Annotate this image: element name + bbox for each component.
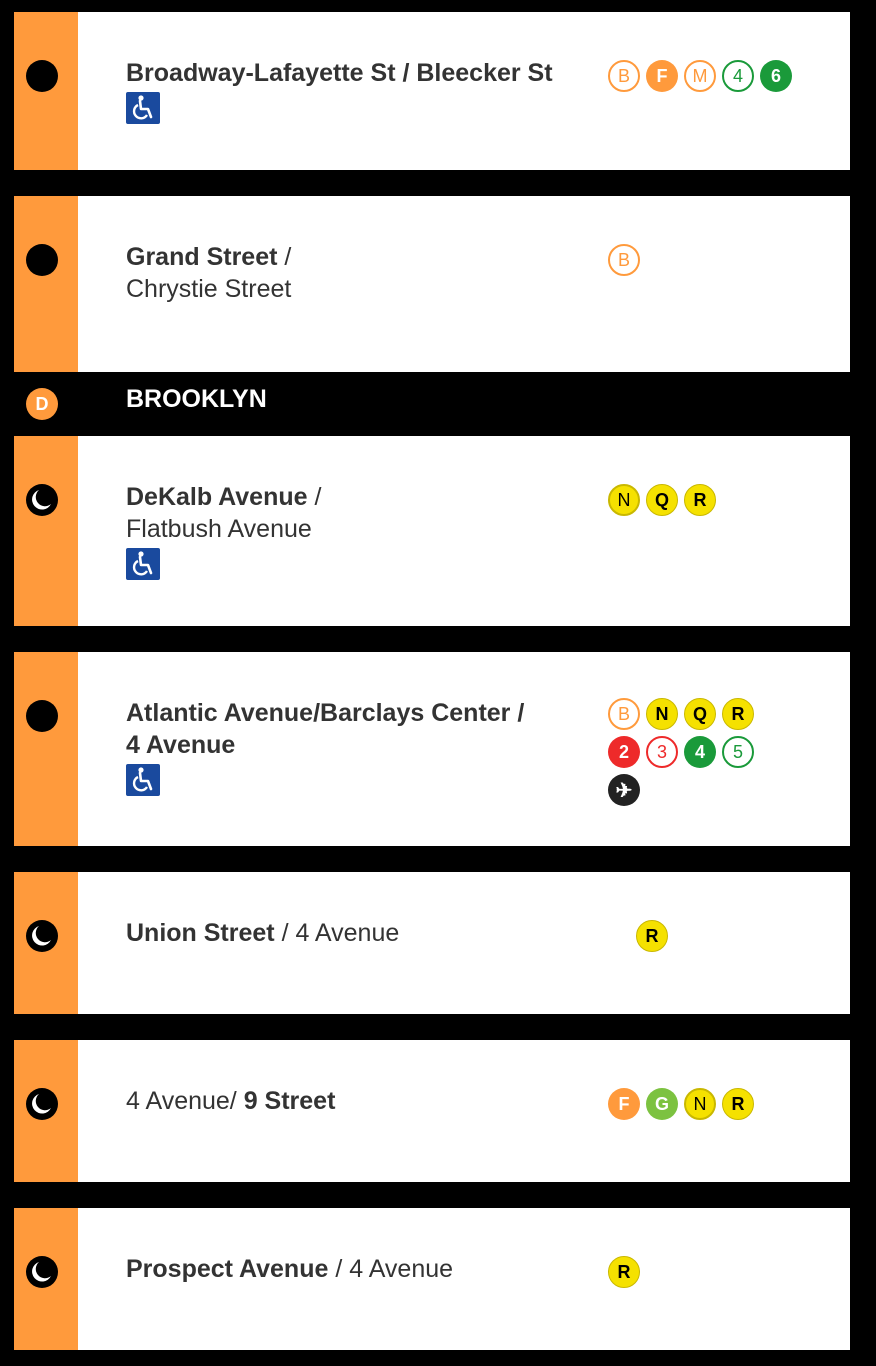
station-row[interactable]: Prospect Avenue / 4 Avenue R — [14, 1208, 850, 1350]
route-bullet[interactable]: ✈ — [608, 774, 640, 806]
station-name-bold: Prospect Avenue — [126, 1255, 329, 1283]
route-bullet[interactable]: N — [684, 1088, 716, 1120]
station-name[interactable]: Broadway-Lafayette St / Bleecker St — [126, 57, 586, 89]
connecting-lines: B — [608, 244, 808, 276]
connecting-lines: NQR — [608, 484, 808, 516]
station-name[interactable]: 4 Avenue/ 9 Street — [126, 1085, 586, 1117]
route-bullet[interactable]: Q — [646, 484, 678, 516]
route-bullet[interactable]: N — [608, 484, 640, 516]
station-name[interactable]: DeKalb Avenue / Flatbush Avenue — [126, 481, 586, 545]
route-bullet[interactable]: G — [646, 1088, 678, 1120]
station-name[interactable]: Prospect Avenue / 4 Avenue — [126, 1253, 586, 1285]
connecting-lines: FGNR — [608, 1088, 808, 1120]
station-name-rest: / — [307, 483, 322, 511]
station-name-line2-bold: 4 Avenue — [126, 731, 236, 759]
route-line-strip — [14, 196, 78, 372]
route-bullet[interactable]: B — [608, 698, 640, 730]
station-name-bold: Grand Street — [126, 243, 278, 271]
route-bullet[interactable]: F — [608, 1088, 640, 1120]
station-name-rest: 4 Avenue/ — [126, 1087, 244, 1115]
route-bullet[interactable]: R — [722, 1088, 754, 1120]
route-bullet[interactable]: 2 — [608, 736, 640, 768]
connecting-lines: B N Q R 2 3 4 5 ✈ — [608, 698, 764, 806]
station-name-rest: / 4 Avenue — [274, 919, 400, 947]
station-row[interactable]: 4 Avenue/ 9 Street FGNR — [14, 1040, 850, 1182]
route-bullet[interactable]: R — [636, 920, 668, 952]
station-name[interactable]: Atlantic Avenue/Barclays Center / 4 Aven… — [126, 697, 586, 761]
station-name-rest: / 4 Avenue — [328, 1255, 454, 1283]
station-row[interactable]: Union Street / 4 Avenue R — [14, 872, 850, 1014]
borough-title: BROOKLYN — [126, 385, 267, 413]
station-name-tail-bold: 9 Street — [243, 1087, 336, 1115]
wheelchair-accessible-icon — [126, 764, 160, 796]
late-nights-stop-icon — [26, 1256, 58, 1288]
route-bullet[interactable]: 4 — [722, 60, 754, 92]
late-nights-stop-icon — [26, 1088, 58, 1120]
wheelchair-accessible-icon — [126, 548, 160, 580]
station-name-bold: Union Street — [126, 919, 275, 947]
station-name-line2: Flatbush Avenue — [126, 515, 312, 543]
route-bullet[interactable]: 6 — [760, 60, 792, 92]
route-bullet[interactable]: R — [722, 698, 754, 730]
station-name-bold: Atlantic Avenue/Barclays Center / — [126, 699, 525, 727]
late-nights-stop-icon — [26, 920, 58, 952]
station-row[interactable]: DeKalb Avenue / Flatbush Avenue NQR — [14, 436, 850, 626]
route-bullet[interactable]: B — [608, 60, 640, 92]
connecting-lines: R — [636, 920, 836, 952]
station-row[interactable]: Broadway-Lafayette St / Bleecker St BFM4… — [14, 12, 850, 170]
station-name-line2: Chrystie Street — [126, 275, 292, 303]
route-bullet[interactable]: F — [646, 60, 678, 92]
route-bullet[interactable]: M — [684, 60, 716, 92]
route-bullet[interactable]: 3 — [646, 736, 678, 768]
route-bullet[interactable]: N — [646, 698, 678, 730]
station-name-bold: DeKalb Avenue — [126, 483, 308, 511]
connecting-lines: R — [608, 1256, 808, 1288]
connecting-lines: BFM46 — [608, 60, 808, 92]
route-bullet[interactable]: B — [608, 244, 640, 276]
route-bullet[interactable]: 4 — [684, 736, 716, 768]
wheelchair-accessible-icon — [126, 92, 160, 124]
all-times-stop-icon — [26, 60, 58, 92]
borough-section-header: D BROOKLYN — [14, 373, 850, 433]
route-d-bullet: D — [26, 388, 58, 420]
station-name-rest: / — [277, 243, 292, 271]
route-bullet[interactable]: Q — [684, 698, 716, 730]
route-line-strip — [14, 436, 78, 626]
station-name[interactable]: Union Street / 4 Avenue — [126, 917, 586, 949]
late-nights-stop-icon — [26, 484, 58, 516]
station-name[interactable]: Grand Street / Chrystie Street — [126, 241, 586, 305]
route-bullet[interactable]: R — [608, 1256, 640, 1288]
station-name-bold: Broadway-Lafayette St / Bleecker St — [126, 59, 553, 87]
station-row[interactable]: Atlantic Avenue/Barclays Center / 4 Aven… — [14, 652, 850, 846]
route-line-strip — [14, 652, 78, 846]
all-times-stop-icon — [26, 700, 58, 732]
station-row[interactable]: Grand Street / Chrystie Street B — [14, 196, 850, 372]
route-bullet[interactable]: R — [684, 484, 716, 516]
route-bullet[interactable]: 5 — [722, 736, 754, 768]
all-times-stop-icon — [26, 244, 58, 276]
